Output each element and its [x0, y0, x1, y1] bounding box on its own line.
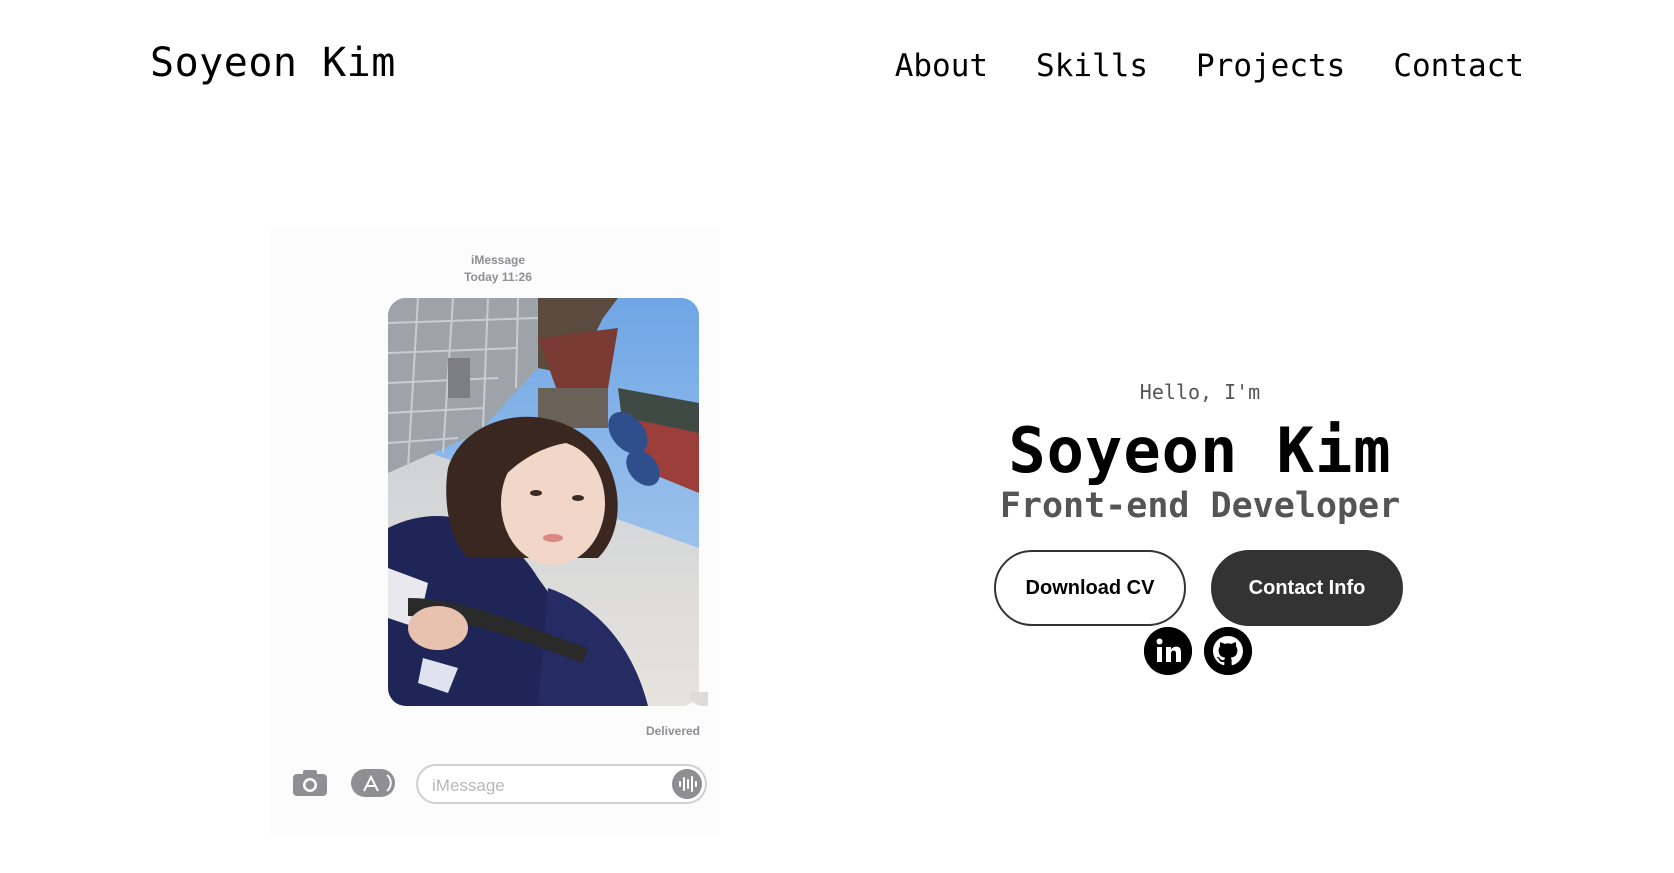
hero-name: Soyeon Kim — [1008, 414, 1392, 487]
message-service: iMessage — [470, 253, 526, 267]
hero-greeting: Hello, I'm — [1139, 380, 1261, 404]
imessage-placeholder: iMessage — [432, 776, 505, 795]
linkedin-icon[interactable] — [1144, 627, 1192, 675]
contact-info-button[interactable]: Contact Info — [1211, 550, 1403, 626]
nav-contact[interactable]: Contact — [1393, 48, 1524, 84]
nav-skills[interactable]: Skills — [1036, 48, 1148, 84]
audio-waveform-icon[interactable] — [672, 769, 702, 799]
site-logo[interactable]: Soyeon Kim — [150, 40, 396, 86]
message-timestamp: Today 11:26 — [464, 270, 532, 284]
profile-photo — [388, 298, 699, 706]
download-cv-button[interactable]: Download CV — [994, 550, 1186, 626]
compose-bar: iMessage — [290, 762, 707, 804]
nav-projects[interactable]: Projects — [1196, 48, 1345, 84]
message-header: iMessage Today 11:26 — [270, 252, 726, 286]
delivery-status: Delivered — [645, 724, 700, 738]
imessage-input[interactable]: iMessage — [416, 764, 707, 804]
github-icon[interactable] — [1204, 627, 1252, 675]
hero-role: Front-end Developer — [999, 486, 1401, 526]
main-nav: About Skills Projects Contact — [895, 48, 1524, 84]
nav-about[interactable]: About — [895, 48, 988, 84]
bubble-tail — [690, 692, 708, 706]
camera-icon[interactable] — [292, 769, 328, 797]
app-store-icon[interactable] — [351, 769, 395, 797]
profile-picture-imessage: iMessage Today 11:26 Delivered iMessage — [270, 226, 720, 836]
